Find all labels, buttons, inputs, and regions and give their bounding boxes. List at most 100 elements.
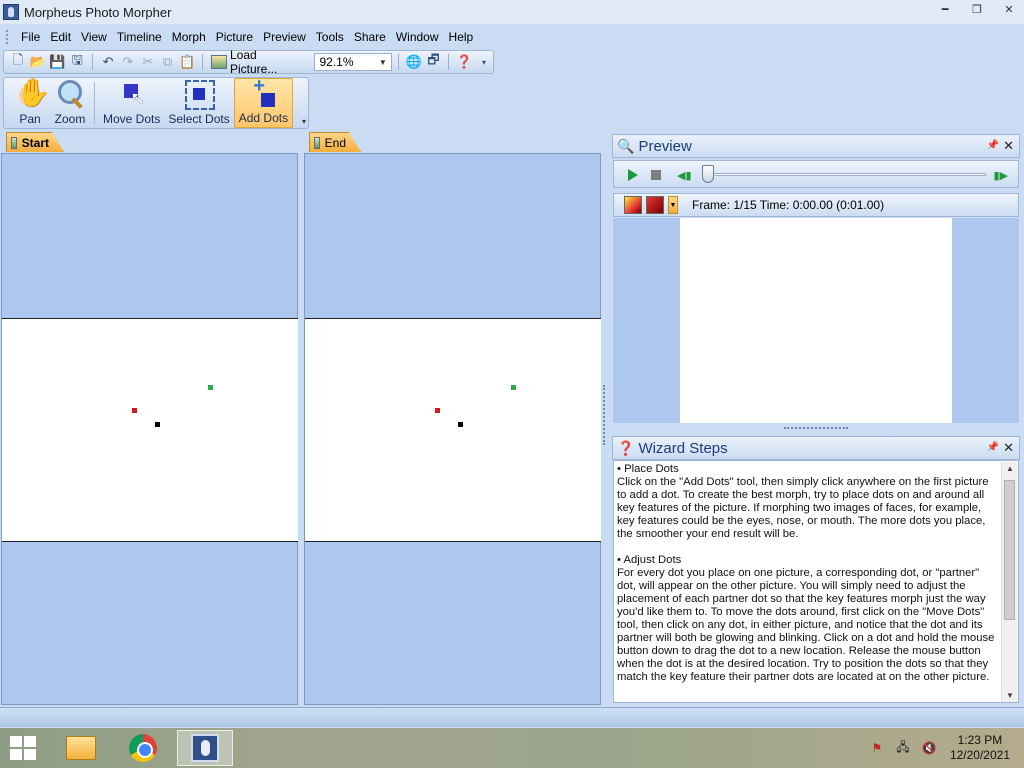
web-share-icon[interactable]: 🌐 <box>405 53 423 71</box>
windows-start-icon[interactable] <box>10 736 38 762</box>
pin-icon[interactable]: 📌 <box>987 140 999 151</box>
close-icon[interactable]: ✕ <box>1003 138 1014 154</box>
menu-grip[interactable] <box>6 30 10 44</box>
end-picture[interactable] <box>305 318 601 542</box>
menu-morph[interactable]: Morph <box>167 28 211 46</box>
tab-end[interactable]: End <box>309 132 361 152</box>
redo-icon[interactable]: ↷ <box>119 53 137 71</box>
toolbar-overflow-icon[interactable]: ▾ <box>475 53 493 71</box>
tab-start-label: Start <box>21 135 49 150</box>
chevron-down-icon: ▼ <box>378 57 387 67</box>
zoom-tool-label: Zoom <box>54 112 86 126</box>
zoom-select[interactable]: 92.1% ▼ <box>314 53 392 71</box>
frame-info: Frame: 1/15 Time: 0:00.00 (0:01.00) <box>692 198 885 212</box>
copy-icon[interactable]: ⧉ <box>159 53 177 71</box>
previous-frame-icon[interactable]: ◀▮ <box>677 169 692 182</box>
file-explorer-button[interactable] <box>53 730 109 766</box>
preview-area <box>613 218 1019 423</box>
load-picture-button[interactable]: Load Picture... <box>209 48 308 76</box>
horizontal-splitter[interactable] <box>612 424 1020 434</box>
splitter-grip[interactable] <box>784 427 848 430</box>
maximize-icon[interactable]: ❐ <box>970 3 984 16</box>
morph-dot-green[interactable] <box>511 385 516 390</box>
add-dots-label: Add Dots <box>238 111 289 125</box>
menu-file[interactable]: File <box>16 28 45 46</box>
tab-end-label: End <box>324 135 346 150</box>
preview-panel-header: 🔍 Preview 📌 ✕ <box>612 134 1020 158</box>
timeline-slider-thumb[interactable] <box>702 165 714 183</box>
clock-date: 12/20/2021 <box>949 748 1010 762</box>
menu-window[interactable]: Window <box>391 28 444 46</box>
menu-view[interactable]: View <box>76 28 112 46</box>
next-frame-icon[interactable]: ▮▶ <box>993 169 1008 182</box>
window-title: Morpheus Photo Morpher <box>24 4 172 20</box>
save-icon[interactable]: 💾 <box>49 53 67 71</box>
tab-start[interactable]: Start <box>6 132 64 152</box>
menu-timeline[interactable]: Timeline <box>112 28 167 46</box>
help-icon[interactable]: ❓ <box>455 53 473 71</box>
volume-muted-icon[interactable]: 🔇 <box>920 740 938 756</box>
picture-icon <box>211 55 227 69</box>
status-bar <box>0 707 1024 727</box>
stop-icon[interactable] <box>651 170 661 180</box>
open-folder-icon[interactable]: 📂 <box>29 53 47 71</box>
menu-edit[interactable]: Edit <box>45 28 76 46</box>
save-all-icon[interactable]: 🖫 <box>68 52 86 71</box>
picture-icon <box>314 137 320 149</box>
paste-icon[interactable]: 📋 <box>178 53 196 71</box>
scroll-up-icon[interactable]: ▲ <box>1006 464 1014 473</box>
morph-dot-green[interactable] <box>208 385 213 390</box>
pan-tool-label: Pan <box>19 112 41 126</box>
menu-picture[interactable]: Picture <box>211 28 258 46</box>
chrome-button[interactable] <box>115 730 171 766</box>
folder-icon <box>66 736 96 760</box>
new-file-icon[interactable]: 🗋 <box>9 52 27 71</box>
morpheus-taskbar-button[interactable] <box>177 730 233 766</box>
cut-icon[interactable]: ✂ <box>139 53 157 71</box>
scroll-thumb[interactable] <box>1004 480 1015 620</box>
menu-share[interactable]: Share <box>349 28 391 46</box>
morph-dot-red[interactable] <box>435 408 440 413</box>
pin-icon[interactable]: 📌 <box>987 442 999 453</box>
morph-dot-black[interactable] <box>458 422 463 427</box>
chevron-down-icon[interactable]: ▼ <box>668 196 678 214</box>
taskbar: ⚑ 🖧 🔇 1:23 PM 12/20/2021 <box>0 728 1024 768</box>
add-dots-button[interactable]: Add Dots <box>233 75 294 128</box>
select-dots-button[interactable]: Select Dots <box>164 78 233 128</box>
timeline-slider-track[interactable] <box>706 173 986 176</box>
color-swatch-icon[interactable] <box>646 196 664 214</box>
move-dots-button[interactable]: Move Dots <box>99 78 164 128</box>
pan-tool-button[interactable]: Pan <box>10 76 51 128</box>
end-canvas[interactable] <box>304 153 601 705</box>
select-dots-icon <box>183 78 216 110</box>
action-center-icon[interactable]: ⚑ <box>868 740 886 756</box>
wizard-step-heading: • Place Dots <box>617 463 679 475</box>
network-icon[interactable]: 🖧 <box>894 740 912 756</box>
menu-preview[interactable]: Preview <box>258 28 311 46</box>
wizard-scrollbar[interactable]: ▲ ▼ <box>1001 462 1017 702</box>
start-canvas[interactable] <box>1 153 298 705</box>
morph-dot-red[interactable] <box>132 408 137 413</box>
menu-bar: File Edit View Timeline Morph Picture Pr… <box>0 26 1024 48</box>
wizard-content: • Place Dots Click on the "Add Dots" too… <box>613 460 1019 703</box>
close-icon[interactable]: ✕ <box>1002 3 1016 16</box>
wizard-step-body: For every dot you place on one picture, … <box>617 567 995 683</box>
menu-tools[interactable]: Tools <box>311 28 349 46</box>
toolbar-separator <box>94 82 95 124</box>
scroll-down-icon[interactable]: ▼ <box>1006 691 1014 700</box>
toolbar-separator <box>92 54 94 70</box>
splitter-grip[interactable] <box>603 385 606 445</box>
undo-icon[interactable]: ↶ <box>99 53 117 71</box>
minimize-icon[interactable]: ━ <box>938 3 952 16</box>
toolbar-overflow-icon[interactable]: ▾ <box>302 117 306 126</box>
clock[interactable]: 1:23 PM 12/20/2021 <box>950 733 1010 763</box>
clock-time: 1:23 PM <box>957 733 1003 747</box>
color-swatch-icon[interactable] <box>624 196 642 214</box>
close-icon[interactable]: ✕ <box>1003 440 1014 456</box>
play-icon[interactable] <box>628 169 638 181</box>
zoom-tool-button[interactable]: Zoom <box>50 78 90 128</box>
start-picture[interactable] <box>2 318 298 542</box>
export-icon[interactable]: 🗗 <box>425 52 443 71</box>
morph-dot-black[interactable] <box>155 422 160 427</box>
menu-help[interactable]: Help <box>444 28 479 46</box>
